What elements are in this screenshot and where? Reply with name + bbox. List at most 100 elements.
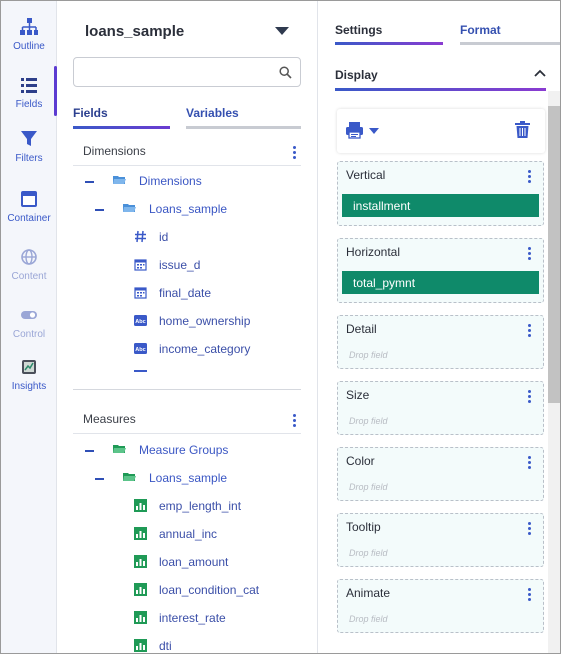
- shelf-label: Detail: [346, 322, 377, 336]
- measure-type-icon: [134, 639, 147, 652]
- display-section-underline: [335, 88, 546, 91]
- dimensions-menu-icon[interactable]: [291, 146, 297, 160]
- settings-scrollbar-thumb[interactable]: [548, 106, 560, 403]
- field-name: final_date: [159, 286, 212, 300]
- field-row[interactable]: loan_condition_cat: [134, 581, 304, 601]
- field-name: loan_condition_cat: [159, 583, 260, 597]
- dimensions-subgroup-row[interactable]: Loans_sample: [95, 200, 285, 220]
- tab-fields[interactable]: Fields: [73, 106, 108, 120]
- measures-subgroup-label: Loans_sample: [149, 471, 228, 485]
- shelf-label: Size: [346, 388, 370, 402]
- drop-field-placeholder: Drop field: [349, 482, 388, 492]
- chart-toolbar: [337, 109, 545, 153]
- text-type-icon: Abc: [134, 315, 147, 326]
- rail-item-content[interactable]: Content: [1, 247, 57, 297]
- field-row[interactable]: issue_d: [134, 256, 294, 276]
- tab-settings[interactable]: Settings: [335, 23, 382, 37]
- shelf-label: Vertical: [346, 168, 386, 182]
- field-name: income_category: [159, 342, 251, 356]
- search-icon[interactable]: [279, 66, 292, 79]
- shelf-menu-icon[interactable]: [526, 522, 532, 536]
- rail-item-container[interactable]: Container: [1, 189, 57, 239]
- shelf-vertical[interactable]: Vertical installment: [337, 161, 544, 226]
- text-type-icon: Abc: [134, 343, 147, 354]
- datasource-dropdown-icon[interactable]: [275, 27, 289, 35]
- tab-variables[interactable]: Variables: [186, 106, 239, 120]
- field-row[interactable]: annual_inc: [134, 525, 304, 545]
- collapse-icon[interactable]: [95, 478, 104, 480]
- field-name: emp_length_int: [159, 499, 242, 513]
- fields-panel: loans_sample Fields Variables Dimensions…: [57, 1, 318, 653]
- shelf-field-pill[interactable]: installment: [342, 194, 539, 217]
- field-search-input[interactable]: [73, 57, 301, 87]
- measure-type-icon: [134, 583, 147, 596]
- shelf-menu-icon[interactable]: [526, 390, 532, 404]
- shelf-menu-icon[interactable]: [526, 247, 532, 261]
- drop-field-placeholder: Drop field: [349, 548, 388, 558]
- field-row[interactable]: emp_length_int: [134, 497, 304, 517]
- insights-icon: [22, 360, 36, 374]
- shelf-menu-icon[interactable]: [526, 456, 532, 470]
- shelf-label: Horizontal: [346, 245, 401, 259]
- measures-group-label: Measure Groups: [139, 443, 229, 457]
- svg-text:Abc: Abc: [135, 347, 145, 353]
- rail-item-insights[interactable]: Insights: [1, 357, 57, 407]
- shelf-color[interactable]: Color Drop field: [337, 447, 544, 501]
- field-name: id: [159, 230, 169, 244]
- measures-group-row[interactable]: Measure Groups: [85, 441, 285, 461]
- print-icon[interactable]: [345, 121, 364, 139]
- rail-item-control[interactable]: Control: [1, 305, 57, 355]
- folder-open-icon: [123, 473, 136, 481]
- toggle-icon: [21, 311, 37, 319]
- tab-format[interactable]: Format: [460, 23, 501, 37]
- measures-header: Measures: [73, 408, 301, 434]
- collapse-icon[interactable]: [95, 209, 104, 211]
- field-row[interactable]: id: [134, 228, 294, 248]
- display-section-title[interactable]: Display: [335, 68, 378, 82]
- rail-item-outline[interactable]: Outline: [1, 17, 57, 67]
- shelf-menu-icon[interactable]: [526, 170, 532, 184]
- field-row[interactable]: interest_rate: [134, 609, 304, 629]
- dimensions-subgroup-label: Loans_sample: [149, 202, 228, 216]
- field-name: annual_inc: [159, 527, 218, 541]
- tab-variables-underline: [186, 126, 301, 129]
- shelf-menu-icon[interactable]: [526, 588, 532, 602]
- chevron-up-icon[interactable]: [534, 69, 546, 77]
- folder-open-icon: [113, 445, 126, 453]
- field-row[interactable]: loan_amount: [134, 553, 304, 573]
- field-row[interactable]: dti: [134, 637, 304, 653]
- field-row[interactable]: Abc home_ownership: [134, 312, 294, 332]
- rail-label-filters: Filters: [15, 153, 43, 164]
- collapse-icon[interactable]: [85, 450, 94, 452]
- drop-field-placeholder: Drop field: [349, 416, 388, 426]
- measure-type-icon: [134, 555, 147, 568]
- globe-icon: [21, 249, 37, 265]
- rail-label-outline: Outline: [13, 41, 45, 52]
- shelf-menu-icon[interactable]: [526, 324, 532, 338]
- dimensions-group-row[interactable]: Dimensions: [85, 172, 285, 192]
- shelf-animate[interactable]: Animate Drop field: [337, 579, 544, 633]
- print-options-dropdown-icon[interactable]: [369, 128, 379, 134]
- measures-menu-icon[interactable]: [291, 414, 297, 428]
- shelf-field-pill[interactable]: total_pymnt: [342, 271, 539, 294]
- collapse-icon[interactable]: [85, 181, 94, 183]
- rail-item-filters[interactable]: Filters: [1, 129, 57, 179]
- settings-panel: Settings Format Display Vertical install…: [318, 1, 560, 653]
- field-name: dti: [159, 639, 172, 653]
- shelf-detail[interactable]: Detail Drop field: [337, 315, 544, 369]
- tab-settings-underline: [335, 42, 443, 45]
- field-row[interactable]: final_date: [134, 284, 294, 304]
- measures-subgroup-row[interactable]: Loans_sample: [95, 469, 285, 489]
- shelf-tooltip[interactable]: Tooltip Drop field: [337, 513, 544, 567]
- shelf-label: Animate: [346, 586, 391, 600]
- shelf-size[interactable]: Size Drop field: [337, 381, 544, 435]
- rail-label-fields: Fields: [15, 99, 43, 110]
- field-name: loan_amount: [159, 555, 229, 569]
- folder-open-icon: [113, 176, 126, 184]
- trash-icon[interactable]: [515, 121, 530, 139]
- shelf-horizontal[interactable]: Horizontal total_pymnt: [337, 238, 544, 303]
- rail-item-fields[interactable]: Fields: [1, 75, 57, 125]
- rail-label-content: Content: [11, 271, 47, 282]
- container-icon: [21, 191, 37, 207]
- field-row[interactable]: Abc income_category: [134, 340, 294, 360]
